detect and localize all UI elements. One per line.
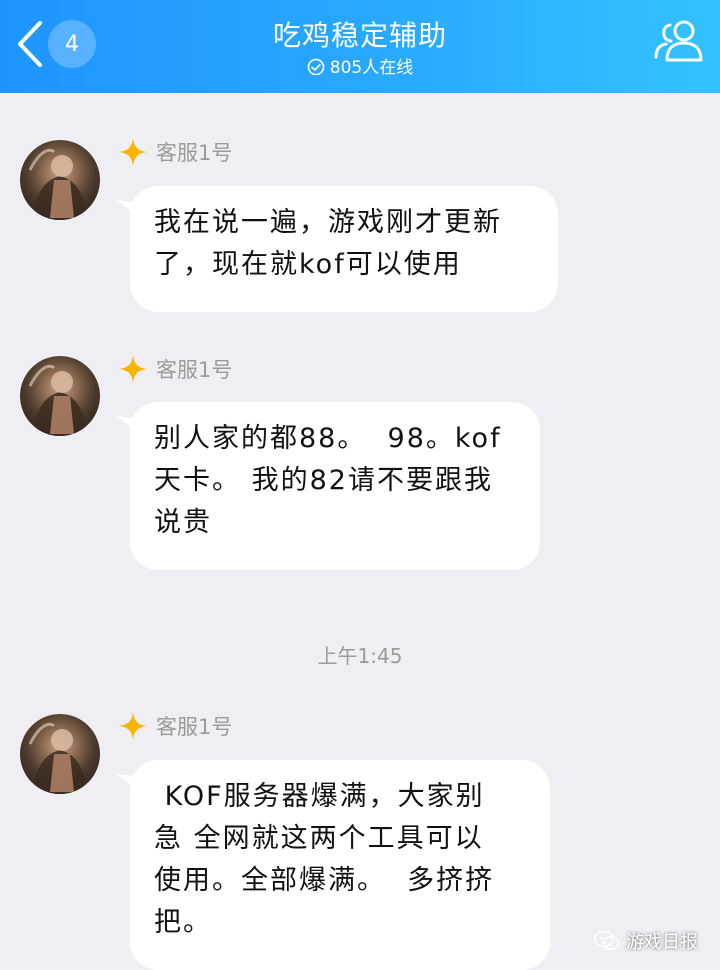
message-bubble[interactable]: 我在说一遍，游戏刚才更新 了，现在就kof可以使用 <box>130 186 558 312</box>
watermark: 游戏日报 <box>594 926 698 956</box>
group-members-button[interactable] <box>650 14 706 68</box>
watermark-text: 游戏日报 <box>626 932 698 953</box>
online-count: 805人在线 <box>329 58 414 78</box>
diamond-star-icon <box>119 355 147 383</box>
group-title: 吃鸡稳定辅助 <box>272 19 447 52</box>
avatar[interactable] <box>20 714 100 794</box>
check-circle-icon <box>307 58 325 76</box>
wechat-icon <box>594 930 620 950</box>
diamond-star-icon <box>119 712 147 740</box>
avatar[interactable] <box>20 140 100 220</box>
sender-row: 客服1号 <box>118 711 232 741</box>
online-status: 805人在线 <box>0 53 720 78</box>
sender-row: 客服1号 <box>118 354 232 384</box>
message-bubble[interactable]: 别人家的都88。 98。kof 天卡。 我的82请不要跟我 说贵 <box>130 402 540 570</box>
chat-header: 4 吃鸡稳定辅助 805人在线 <box>0 0 720 93</box>
message-bubble[interactable]: KOF服务器爆满，大家别 急 全网就这两个工具可以 使用。全部爆满。 多挤挤 把… <box>130 760 550 970</box>
avatar[interactable] <box>20 356 100 436</box>
sender-name: 客服1号 <box>156 141 233 165</box>
sender-name: 客服1号 <box>156 715 233 739</box>
timestamp: 上午1:45 <box>317 644 403 668</box>
sender-name: 客服1号 <box>156 358 233 382</box>
group-members-icon <box>654 20 703 62</box>
diamond-star-icon <box>119 138 147 166</box>
sender-row: 客服1号 <box>118 137 232 167</box>
